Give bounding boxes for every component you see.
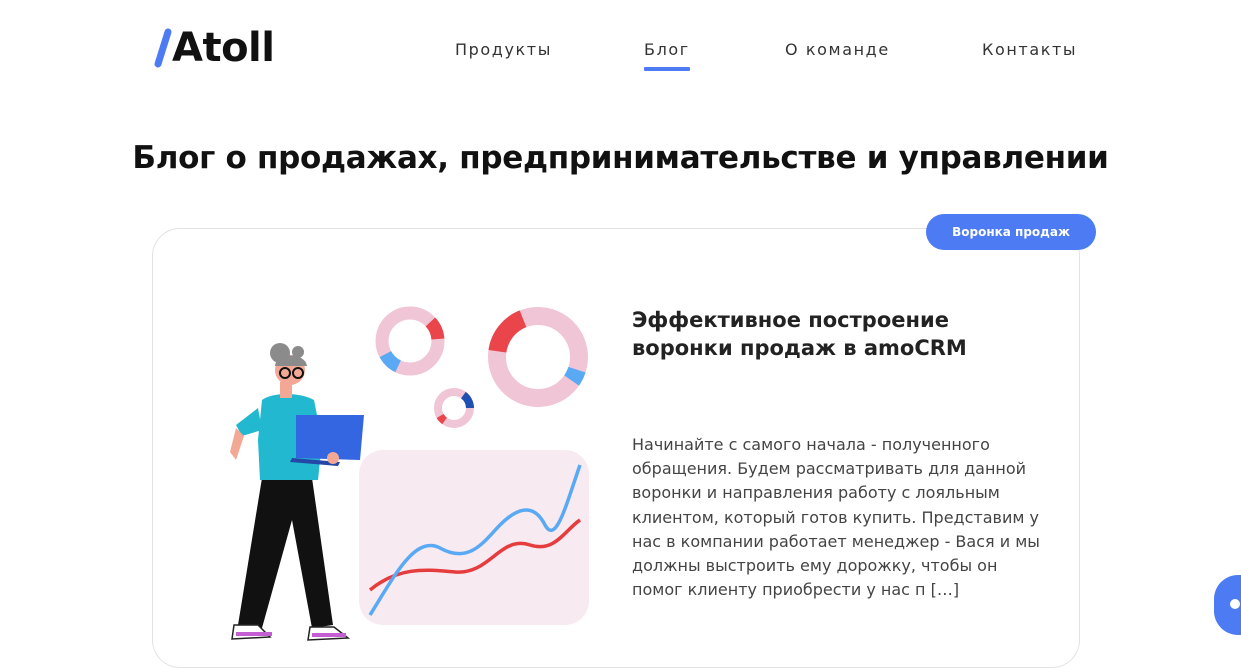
- nav-item-team[interactable]: О команде: [785, 40, 890, 59]
- nav-item-contacts[interactable]: Контакты: [982, 40, 1077, 59]
- post-title[interactable]: Эффективное построение воронки продаж в …: [632, 306, 1012, 362]
- chat-icon: [1230, 599, 1240, 609]
- page-title: Блог о продажах, предпринимательстве и у…: [132, 140, 1109, 176]
- post-category-tag[interactable]: Воронка продаж: [926, 214, 1096, 250]
- woman-with-laptop-and-charts-illustration: [230, 306, 589, 641]
- post-excerpt: Начинайте с самого начала - полученного …: [632, 435, 1040, 600]
- chat-widget-button[interactable]: [1214, 575, 1241, 635]
- nav-item-products[interactable]: Продукты: [455, 40, 552, 59]
- nav-item-blog[interactable]: Блог: [644, 40, 690, 71]
- main-nav: Продукты Блог О команде Контакты: [0, 40, 1241, 72]
